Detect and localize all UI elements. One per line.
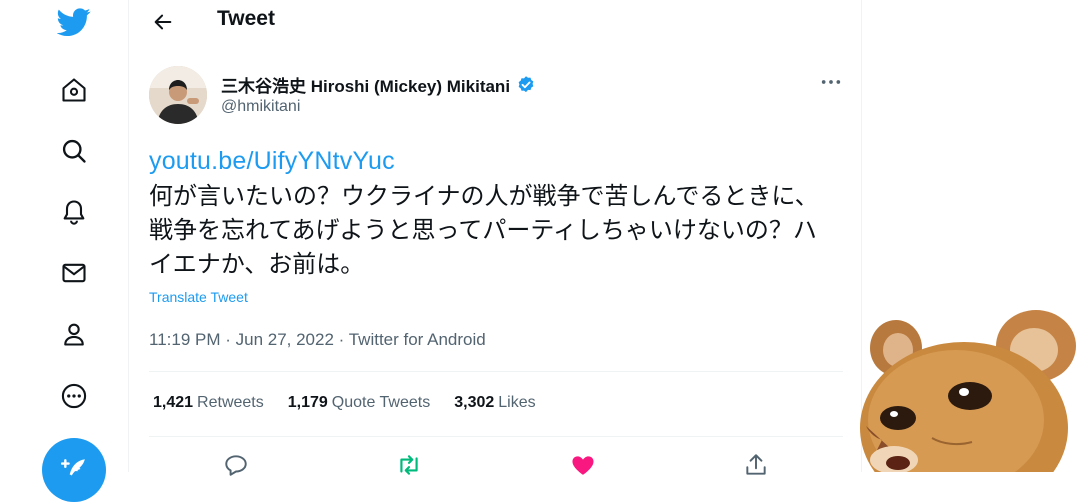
author-handle[interactable]: @hmikitani [221, 98, 300, 116]
share-button[interactable] [739, 448, 773, 482]
quote-tweets-stat[interactable]: 1,179 Quote Tweets [288, 394, 430, 412]
more-icon[interactable] [50, 372, 98, 420]
reply-icon [225, 455, 247, 476]
home-icon[interactable] [50, 66, 98, 114]
divider [149, 436, 843, 437]
notifications-icon[interactable] [50, 188, 98, 236]
tweet-stats: 1,421 Retweets 1,179 Quote Tweets 3,302 Lik… [153, 394, 560, 412]
tweet-link[interactable]: youtu.be/UifyYNtvYuc [149, 147, 395, 176]
quotes-count: 1,179 [287, 394, 328, 411]
reply-button[interactable] [219, 448, 253, 482]
author-photo [149, 66, 207, 124]
lion-cub-illustration [860, 310, 1076, 472]
retweet-icon [400, 455, 418, 475]
likes-label: Likes [498, 394, 536, 411]
likes-count: 3,302 [454, 394, 495, 411]
twitter-logo-icon[interactable] [50, 0, 98, 46]
tweet-detail-column: Tweet 三木谷浩史 Hiroshi (Mickey) Mikitani @h… [128, 0, 862, 476]
messages-icon[interactable] [50, 249, 98, 297]
more-options-button[interactable] [817, 70, 845, 94]
author-name[interactable]: 三木谷浩史 Hiroshi (Mickey) Mikitani [221, 72, 536, 97]
profile-icon[interactable] [50, 310, 98, 358]
retweets-count: 1,421 [153, 394, 194, 411]
translate-tweet-link[interactable]: Translate Tweet [149, 289, 248, 305]
author-name-text: 三木谷浩史 Hiroshi (Mickey) Mikitani [221, 77, 511, 96]
divider [149, 371, 843, 372]
tweet-text: 何が言いたいの？ウクライナの人が戦争で苦しんでるときに、戦争を忘れてあげようと思… [149, 182, 819, 278]
header: Tweet [129, 0, 861, 44]
compose-icon [61, 459, 85, 476]
quotes-label: Quote Tweets [331, 394, 431, 411]
verified-badge-icon [518, 75, 534, 92]
tweet-timestamp[interactable]: 11:19 PM · Jun 27, 2022 · Twitter for An… [149, 330, 486, 350]
avatar[interactable] [149, 66, 207, 124]
retweets-label: Retweets [197, 394, 264, 411]
compose-tweet-button[interactable] [42, 438, 106, 502]
likes-stat[interactable]: 3,302 Likes [454, 394, 535, 412]
ellipsis-icon [821, 80, 841, 84]
heart-icon [572, 456, 594, 475]
page-title: Tweet [217, 7, 275, 30]
sidebar [0, 0, 128, 502]
back-button[interactable] [149, 8, 177, 36]
search-icon[interactable] [50, 127, 98, 175]
share-icon [746, 454, 766, 475]
retweets-stat[interactable]: 1,421 Retweets [153, 394, 264, 412]
like-button[interactable] [566, 448, 600, 482]
arrow-left-icon [154, 14, 172, 30]
retweet-button[interactable] [392, 448, 426, 482]
